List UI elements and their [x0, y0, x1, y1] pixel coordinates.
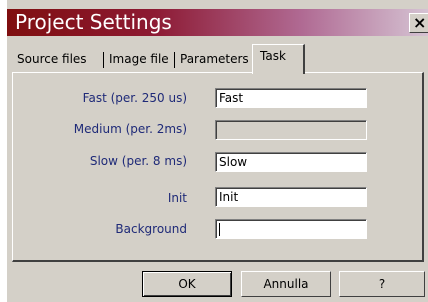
window-title: Project Settings: [15, 10, 172, 34]
cancel-button[interactable]: Annulla: [241, 271, 331, 297]
tab-image-file[interactable]: Image file: [107, 48, 171, 70]
tab-source-files[interactable]: Source files: [15, 48, 89, 70]
close-icon: ×: [413, 13, 427, 32]
background-input[interactable]: [215, 219, 367, 239]
tab-task[interactable]: Task: [252, 44, 305, 74]
ok-button[interactable]: OK: [142, 271, 232, 297]
background-strip: [0, 0, 7, 302]
init-label: Init: [167, 191, 187, 205]
tab-separator: [174, 52, 175, 68]
tab-separator: [103, 52, 104, 68]
fast-input[interactable]: Fast: [215, 88, 367, 108]
close-button[interactable]: ×: [409, 13, 428, 33]
background-label: Background: [115, 222, 187, 236]
task-panel: Fast (per. 250 us) Fast Medium (per. 2ms…: [12, 72, 424, 262]
title-bar[interactable]: Project Settings ×: [7, 9, 428, 36]
fast-label: Fast (per. 250 us): [82, 91, 187, 105]
project-settings-dialog: Project Settings × Source files Image fi…: [0, 0, 428, 302]
medium-label: Medium (per. 2ms): [73, 122, 187, 136]
medium-input[interactable]: [215, 120, 367, 140]
text-caret: [219, 223, 220, 236]
slow-label: Slow (per. 8 ms): [89, 154, 187, 168]
tab-parameters[interactable]: Parameters: [178, 48, 251, 70]
slow-input[interactable]: Slow: [215, 152, 367, 172]
init-input[interactable]: Init: [215, 187, 367, 207]
help-button[interactable]: ?: [339, 271, 425, 297]
